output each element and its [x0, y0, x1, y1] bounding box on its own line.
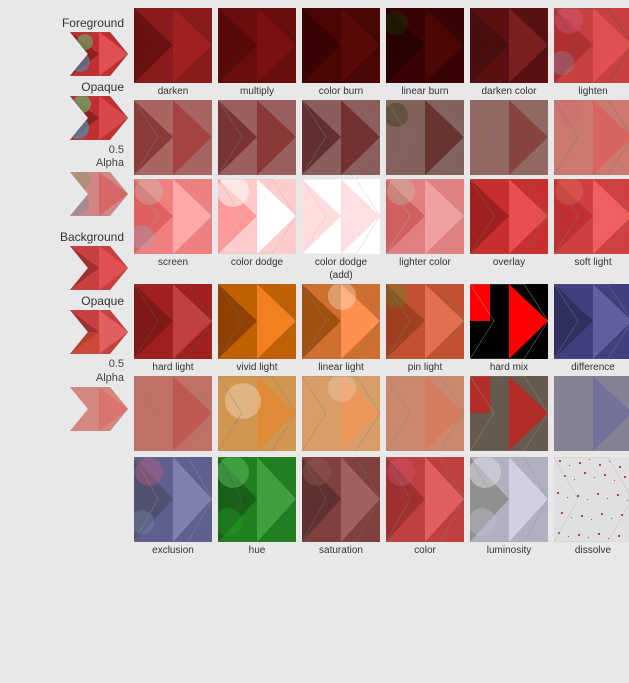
blend-cell-lighten: lighten [552, 8, 629, 98]
foreground-label: Foreground [4, 16, 132, 30]
blend-cell-colordodge: color dodge [216, 179, 298, 282]
opaque-label-fg: Opaque [4, 80, 132, 94]
blend-cell-difference: difference [552, 284, 629, 374]
blend-cell-lightercolor: lighter color [384, 179, 466, 282]
blend-name-difference: difference [571, 361, 615, 374]
blend-cell-darkencolor: darken color [468, 8, 550, 98]
blend-name-lightercolor: lighter color [399, 256, 451, 269]
blend-name-screen: screen [158, 256, 188, 269]
fg-alpha-arrow [70, 172, 128, 216]
blend-name-overlay: overlay [493, 256, 525, 269]
fg-opaque-arrow [70, 96, 128, 140]
blend-cell-linearburn: linear burn [384, 8, 466, 98]
bg-opaque-arrow [70, 310, 128, 354]
blend-cell-linearlight-alpha [300, 376, 382, 453]
blend-cell-colordodgeadd: color dodge(add) [300, 179, 382, 282]
blend-cell-darkencolor-alpha [468, 100, 550, 177]
alpha-label-fg: 0.5Alpha [4, 144, 132, 170]
blend-cell-vividlight-alpha [216, 376, 298, 453]
blend-name-linearlight: linear light [318, 361, 364, 374]
foreground-opaque-arrow [70, 32, 128, 76]
blend-cell-multiply-alpha [216, 100, 298, 177]
blend-name-darkencolor: darken color [481, 85, 536, 98]
blend-name-luminosity: luminosity [487, 544, 531, 557]
blend-cell-linearlight: linear light [300, 284, 382, 374]
blend-cell-vividlight: vivid light [216, 284, 298, 374]
blend-cell-dissolve: dissolve [552, 457, 629, 557]
blend-name-hue: hue [249, 544, 266, 557]
blend-cell-difference-alpha [552, 376, 629, 453]
left-panel: Foreground [4, 8, 132, 679]
bg-alpha-arrow [70, 387, 128, 431]
blend-cell-hue: hue [216, 457, 298, 557]
blend-cell-overlay: overlay [468, 179, 550, 282]
background-label: Background [4, 230, 132, 244]
blend-name-multiply: multiply [240, 85, 274, 98]
blend-cell-saturation: saturation [300, 457, 382, 557]
blend-cell-hardlight-alpha [132, 376, 214, 453]
blend-name-hardlight: hard light [152, 361, 193, 374]
blend-cell-softlight: soft light [552, 179, 629, 282]
blend-cell-multiply: multiply [216, 8, 298, 98]
blend-cell-hardmix: hard mix [468, 284, 550, 374]
blend-cell-hardlight: hard light [132, 284, 214, 374]
blend-name-softlight: soft light [574, 256, 611, 269]
blend-name-hardmix: hard mix [490, 361, 528, 374]
blend-name-linearburn: linear burn [401, 85, 448, 98]
blend-cell-colorburn-alpha [300, 100, 382, 177]
blend-cell-lighten-alpha [552, 100, 629, 177]
blend-cell-screen: screen [132, 179, 214, 282]
blend-name-exclusion: exclusion [152, 544, 194, 557]
bg-arrow [70, 246, 128, 290]
alpha-label-bg: 0.5Alpha [4, 358, 132, 384]
blend-name-darken: darken [158, 85, 189, 98]
blend-name-colordodgeadd: color dodge(add) [315, 256, 367, 282]
blend-cell-darken-alpha [132, 100, 214, 177]
blend-name-colorburn: color burn [319, 85, 363, 98]
blend-cell-luminosity: luminosity [468, 457, 550, 557]
blend-name-saturation: saturation [319, 544, 363, 557]
blend-name-color: color [414, 544, 436, 557]
blend-cell-linearburn-alpha [384, 100, 466, 177]
blend-name-pinlight: pin light [408, 361, 442, 374]
blend-name-lighten: lighten [578, 85, 607, 98]
blend-cell-hardmix-alpha [468, 376, 550, 453]
blend-cell-darken: darken [132, 8, 214, 98]
blend-cell-exclusion: exclusion [132, 457, 214, 557]
blend-name-dissolve: dissolve [575, 544, 611, 557]
blend-name-vividlight: vivid light [236, 361, 277, 374]
blend-cell-colorburn: color burn [300, 8, 382, 98]
blend-cell-color: color [384, 457, 466, 557]
blend-cell-pinlight-alpha [384, 376, 466, 453]
blend-name-colordodge: color dodge [231, 256, 283, 269]
blend-cell-pinlight: pin light [384, 284, 466, 374]
blend-modes-grid: darken multiply [132, 8, 629, 679]
opaque-label-bg: Opaque [4, 294, 132, 308]
